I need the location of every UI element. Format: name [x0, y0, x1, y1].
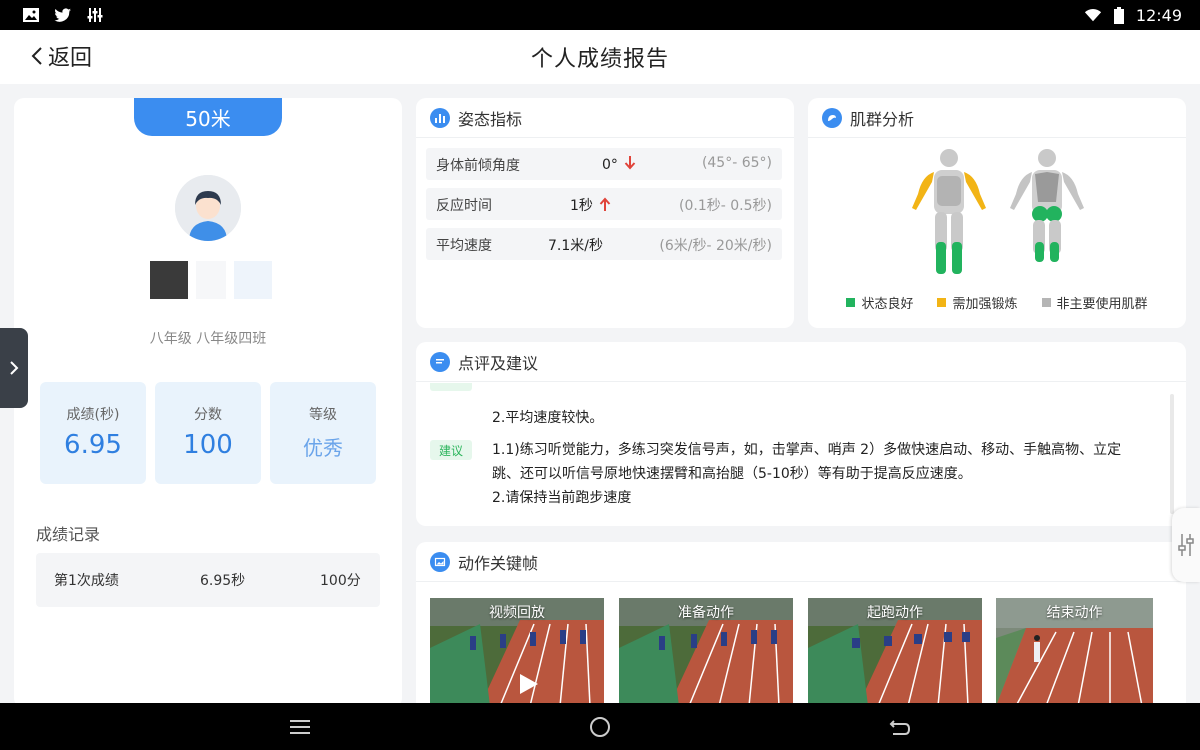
avatar [175, 175, 241, 241]
keyframe-label: 准备动作 [678, 605, 734, 621]
keyframes-card: 动作关键帧 视频回放 准备动作 起跑动作 结束动作 [416, 542, 1186, 712]
stat-label: 成绩(秒) [66, 407, 120, 423]
status-time: 12:49 [1135, 5, 1182, 25]
list-item: 身体前倾角度 0° (45°- 65°) [426, 148, 782, 180]
keyframe-ready[interactable]: 准备动作 [619, 598, 793, 706]
back-button[interactable]: 返回 [30, 40, 92, 72]
system-nav-bar [0, 703, 1200, 750]
list-item: 反应时间 1秒 (0.1秒- 0.5秒) [426, 188, 782, 220]
stat-value: 100 [183, 430, 233, 460]
keyframe-label: 起跑动作 [867, 605, 923, 621]
keyframe-start[interactable]: 起跑动作 [808, 598, 982, 706]
muscle-icon [822, 107, 842, 128]
arrow-down-icon [624, 156, 636, 170]
stat-score: 分数 100 [155, 382, 261, 484]
image-icon [23, 8, 39, 22]
table-row[interactable]: 第1次成绩 6.95秒 100分 [36, 553, 380, 607]
metric-value: 7.1米/秒 [548, 238, 603, 254]
metric-range: (6米/秒- 20米/秒) [659, 238, 772, 254]
event-tab: 50米 [134, 98, 282, 136]
keyframe-label: 结束动作 [1046, 605, 1103, 621]
comment-line: 2.平均速度较快。 [492, 410, 604, 426]
image-icon [430, 551, 450, 572]
student-card: 50米 八年级 八年级四班 成绩(秒) 6.95 分数 100 等级 优秀 成绩… [14, 98, 402, 708]
comment-scrollbar[interactable] [1170, 394, 1174, 514]
play-icon[interactable] [518, 672, 540, 696]
posture-card: 姿态指标 身体前倾角度 0° (45°- 65°) 反应时间 1秒 (0.1秒-… [416, 98, 794, 328]
stat-value: 6.95 [64, 430, 122, 460]
battery-icon [1113, 6, 1124, 24]
card-title: 动作关键帧 [458, 553, 539, 573]
card-title: 肌群分析 [850, 109, 915, 129]
stat-value: 优秀 [303, 436, 343, 460]
twitter-icon [54, 8, 71, 22]
comment-card: 点评及建议 2.平均速度较快。 建议 1.1)练习听觉能力，多练习突发信号声，如… [416, 342, 1186, 526]
chevron-right-icon [10, 361, 19, 375]
posture-header: 姿态指标 [416, 98, 794, 138]
suggest-line: 跳、还可以听信号原地快速摆臂和高抬腿（5-10秒）等有助于提高反应速度。 [492, 466, 972, 482]
muscle-card: 肌群分析 状态良好 需加强锻炼 非主要使用肌群 [808, 98, 1186, 328]
status-bar: 12:49 [0, 0, 1200, 30]
metric-name: 反应时间 [436, 198, 492, 214]
metric-range: (0.1秒- 0.5秒) [679, 198, 772, 214]
legend-item: 状态良好 [846, 293, 913, 312]
comment-header: 点评及建议 [416, 342, 1186, 382]
wifi-icon [1084, 9, 1101, 22]
stat-grade: 等级 优秀 [270, 382, 376, 484]
side-drawer-toggle[interactable] [0, 328, 28, 408]
legend-item: 非主要使用肌群 [1041, 293, 1148, 312]
student-name-redacted [150, 261, 272, 299]
card-title: 姿态指标 [458, 109, 523, 129]
suggest-line: 1.1)练习听觉能力，多练习突发信号声，如，击掌声、哨声 2）多做快速启动、移动… [492, 442, 1122, 458]
keyframe-end[interactable]: 结束动作 [996, 598, 1153, 706]
equalizer-icon [87, 8, 103, 22]
record-name: 第1次成绩 [54, 573, 119, 589]
record-score: 100分 [320, 573, 361, 589]
metric-name: 平均速度 [436, 238, 492, 254]
muscle-legend: 状态良好 需加强锻炼 非主要使用肌群 [808, 293, 1186, 312]
page-title: 个人成绩报告 [530, 47, 669, 72]
list-item: 平均速度 7.1米/秒 (6米/秒- 20米/秒) [426, 228, 782, 260]
metric-range: (45°- 65°) [701, 155, 772, 171]
stat-time: 成绩(秒) 6.95 [40, 382, 146, 484]
suggest-tag: 建议 [430, 440, 472, 460]
chat-icon [430, 351, 450, 372]
legend-item: 需加强锻炼 [937, 293, 1018, 312]
menu-icon[interactable] [288, 715, 312, 739]
back-label: 返回 [48, 46, 93, 71]
comment-body[interactable]: 2.平均速度较快。 建议 1.1)练习听觉能力，多练习突发信号声，如，击掌声、哨… [416, 383, 1186, 526]
metric-value: 1秒 [570, 198, 593, 214]
back-nav-icon[interactable] [888, 715, 912, 739]
bar-chart-icon [430, 107, 450, 128]
sliders-icon [1178, 534, 1194, 556]
keyframes-header: 动作关键帧 [416, 542, 1186, 582]
muscle-header: 肌群分析 [808, 98, 1186, 138]
records-title: 成绩记录 [36, 525, 101, 544]
muscle-body-figure [912, 149, 1084, 274]
metric-value: 0° [602, 157, 618, 173]
arrow-up-icon [599, 197, 611, 211]
filter-drawer-toggle[interactable] [1172, 508, 1200, 582]
user-avatar-icon [175, 175, 241, 241]
chevron-left-icon [31, 47, 42, 65]
record-time: 6.95秒 [200, 573, 246, 589]
stat-label: 等级 [309, 407, 337, 423]
keyframe-video-replay[interactable]: 视频回放 [430, 598, 604, 706]
stat-label: 分数 [194, 407, 222, 423]
suggest-line: 2.请保持当前跑步速度 [492, 490, 632, 506]
app-header: 返回 个人成绩报告 [0, 30, 1200, 84]
home-icon[interactable] [588, 715, 612, 739]
keyframe-label: 视频回放 [489, 605, 545, 621]
card-title: 点评及建议 [458, 353, 539, 373]
metric-name: 身体前倾角度 [436, 158, 520, 174]
class-info: 八年级 八年级四班 [149, 331, 267, 347]
